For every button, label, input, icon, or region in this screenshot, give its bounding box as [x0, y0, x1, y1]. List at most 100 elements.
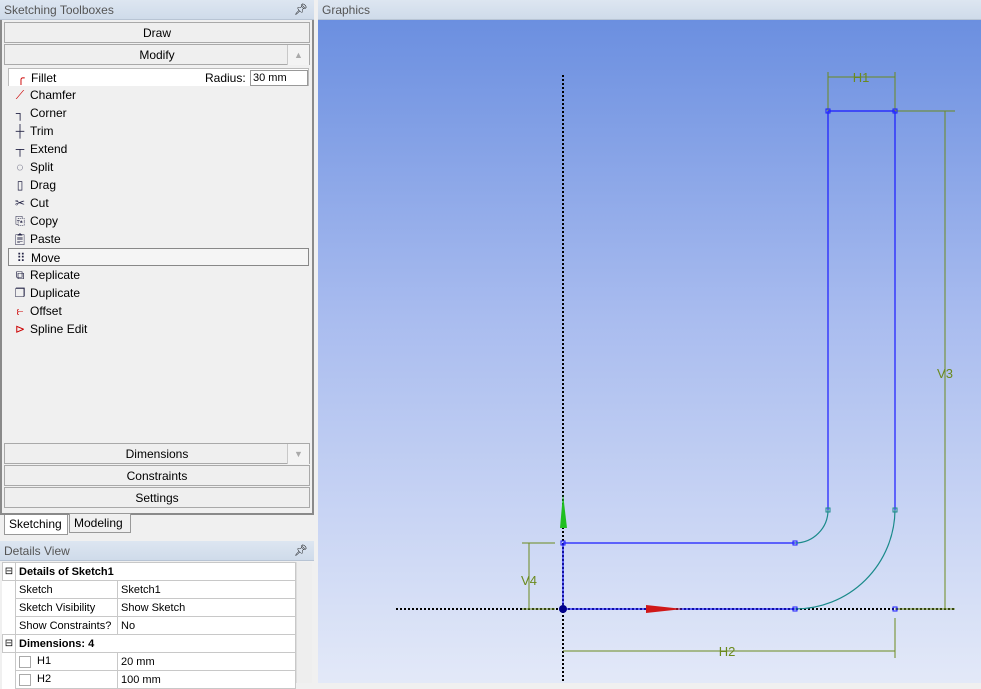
property-value[interactable]: 20 mm [117, 652, 296, 671]
details-scrollbar[interactable] [296, 562, 312, 683]
property-value[interactable]: Sketch1 [117, 580, 296, 599]
move-icon: ⠿ [16, 251, 26, 265]
details-title-bar: Details View 📌︎ [0, 541, 314, 561]
table-row: Sketch Sketch1 [2, 580, 296, 599]
tool-drag[interactable]: ▯ Drag [8, 176, 309, 194]
tool-label: Replicate [30, 268, 81, 282]
tool-label: Paste [30, 232, 61, 246]
dim-v4-label: V4 [521, 573, 537, 588]
pin-icon[interactable]: 📌︎ [294, 0, 308, 20]
tool-label: Fillet [31, 71, 57, 85]
tool-paste[interactable]: 📋︎ Paste [8, 230, 309, 248]
draw-group-button[interactable]: Draw [4, 22, 310, 43]
constraints-group-button[interactable]: Constraints [4, 465, 310, 486]
dim-name: H1 [37, 655, 52, 668]
tool-label: Move [31, 251, 61, 265]
checkbox[interactable] [19, 673, 31, 686]
tool-split[interactable]: ◌ Split [8, 158, 309, 176]
copy-icon: ⎘ [15, 214, 25, 228]
table-row: H2 100 mm [2, 670, 296, 689]
details-table: ⊟ Details of Sketch1 Sketch Sketch1 Sketch… [2, 562, 296, 689]
fillet-icon: ╭ [17, 71, 25, 85]
dim-name: H2 [37, 673, 52, 686]
dim-h1-label: H1 [853, 70, 870, 85]
chamfer-icon: ⟋ [15, 88, 25, 102]
modify-group-button[interactable]: Modify ▲ [4, 44, 310, 65]
property-value[interactable]: No [117, 616, 296, 635]
section-title: Details of Sketch1 [15, 562, 296, 581]
property-value[interactable]: Show Sketch [117, 598, 296, 617]
tool-trim[interactable]: ┼ Trim [8, 122, 309, 140]
toolbox-title-bar: Sketching Toolboxes 📌︎ [0, 0, 314, 20]
tool-copy[interactable]: ⎘ Copy [8, 212, 309, 230]
fillet-arc [794, 509, 896, 610]
property-name: Show Constraints? [15, 616, 118, 635]
settings-group-button[interactable]: Settings [4, 487, 310, 508]
graphics-pane: Graphics H1 V3 V4 H2 [318, 0, 981, 683]
dim-h2-label: H2 [719, 644, 736, 659]
tool-label: Spline Edit [30, 322, 88, 336]
modify-label: Modify [139, 48, 175, 62]
trim-icon: ┼ [15, 124, 25, 138]
corner-icon: ┐ [15, 106, 25, 120]
paste-icon: 📋︎ [12, 232, 28, 246]
tool-extend[interactable]: ┬ Extend [8, 140, 309, 158]
tool-label: Offset [30, 304, 62, 318]
section-row: ⊟ Details of Sketch1 [2, 562, 296, 581]
offset-icon: ⥼ [16, 304, 24, 318]
tool-label: Chamfer [30, 88, 77, 102]
tool-spline-edit[interactable]: ⊳ Spline Edit [8, 320, 309, 338]
property-name: Sketch Visibility [15, 598, 118, 617]
table-row: Sketch Visibility Show Sketch [2, 598, 296, 617]
tool-label: Cut [30, 196, 49, 210]
checkbox[interactable] [19, 655, 31, 668]
tool-label: Duplicate [30, 286, 81, 300]
tool-offset[interactable]: ⥼ Offset [8, 302, 309, 320]
tab-sketching[interactable]: Sketching [4, 515, 68, 535]
dim-v3-label: V3 [937, 366, 953, 381]
tool-fillet[interactable]: ╭ Fillet Radius: 30 mm [8, 68, 309, 86]
section-row: ⊟ Dimensions: 4 [2, 634, 296, 653]
tool-label: Split [30, 160, 54, 174]
fillet-arc [794, 509, 829, 544]
property-name: H1 [15, 652, 118, 671]
table-row: H1 20 mm [2, 652, 296, 671]
section-title: Dimensions: 4 [15, 634, 296, 653]
tab-modeling[interactable]: Modeling [69, 513, 131, 533]
duplicate-icon: ❐ [14, 286, 26, 300]
tool-move[interactable]: ⠿ Move [8, 248, 309, 266]
origin-point [559, 605, 567, 613]
modify-tool-list: ╭ Fillet Radius: 30 mm ⟋ Chamfer ┐ Corner ┼ Trim ┬… [6, 68, 310, 440]
graphics-title: Graphics [322, 3, 371, 17]
tool-label: Extend [30, 142, 68, 156]
property-value[interactable]: 100 mm [117, 670, 296, 689]
pin-icon[interactable]: 📌︎ [294, 541, 308, 561]
graphics-canvas[interactable]: H1 V3 V4 H2 [318, 20, 981, 683]
sketching-toolbox: Draw Modify ▲ ╭ Fillet Radius: 30 mm ⟋ Chamfe… [0, 20, 314, 515]
radius-input[interactable]: 30 mm [250, 70, 308, 86]
property-name: H2 [15, 670, 118, 689]
graphics-title-bar: Graphics [318, 0, 981, 20]
scroll-up-icon[interactable]: ▲ [287, 45, 309, 65]
collapse-icon[interactable]: ⊟ [2, 562, 16, 581]
table-row: Show Constraints? No [2, 616, 296, 635]
collapse-icon[interactable]: ⊟ [2, 634, 16, 653]
tool-label: Copy [30, 214, 59, 228]
toolbox-title: Sketching Toolboxes [4, 3, 114, 17]
tool-label: Drag [30, 178, 57, 192]
tool-label: Trim [30, 124, 54, 138]
tool-replicate[interactable]: ⧉ Replicate [8, 266, 309, 284]
tool-duplicate[interactable]: ❐ Duplicate [8, 284, 309, 302]
scroll-down-icon[interactable]: ▼ [287, 444, 309, 464]
dimensions-group-button[interactable]: Dimensions ▼ [4, 443, 310, 464]
details-title: Details View [4, 544, 70, 558]
dimensions-label: Dimensions [125, 447, 189, 461]
replicate-icon: ⧉ [15, 268, 25, 282]
tool-chamfer[interactable]: ⟋ Chamfer [8, 86, 309, 104]
y-axis-arrow-icon [560, 494, 567, 528]
tool-cut[interactable]: ✂ Cut [8, 194, 309, 212]
radius-label: Radius: [205, 71, 246, 85]
tool-corner[interactable]: ┐ Corner [8, 104, 309, 122]
extend-icon: ┬ [15, 142, 25, 156]
split-icon: ◌ [16, 160, 24, 174]
